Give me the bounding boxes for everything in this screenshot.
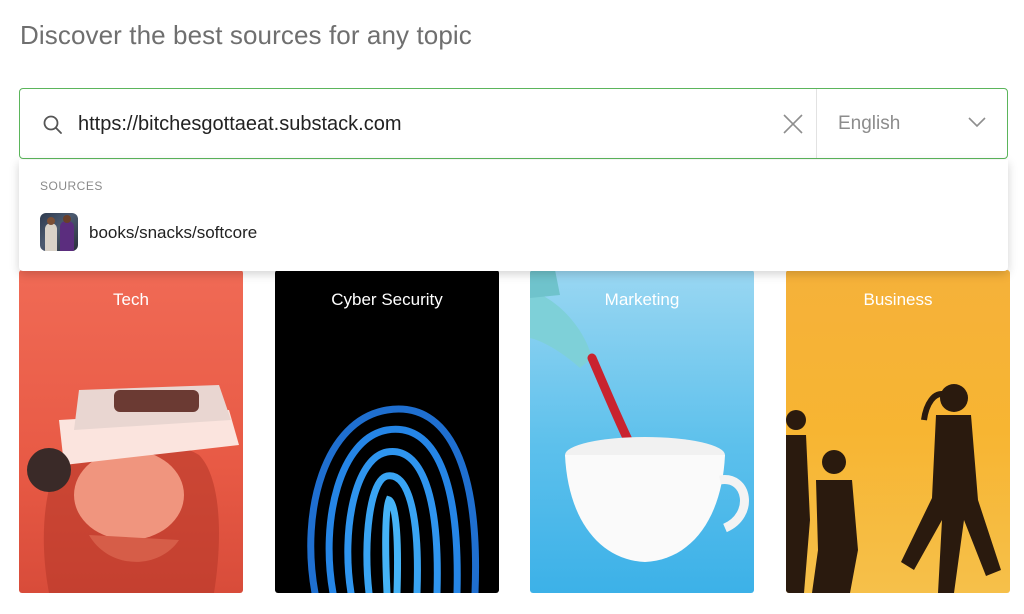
topic-card-tech[interactable]: Tech (19, 270, 243, 593)
topic-card-title: Business (863, 290, 933, 309)
source-suggestion-label: books/snacks/softcore (89, 223, 258, 242)
tech-image (27, 385, 239, 593)
search-input[interactable] (78, 103, 768, 145)
close-icon[interactable] (782, 113, 804, 135)
silhouettes-image (786, 384, 1001, 593)
topic-card-cyber-security[interactable]: Cyber Security (275, 270, 499, 593)
language-select[interactable]: English (817, 89, 1007, 158)
source-suggestion[interactable]: books/snacks/softcore (19, 204, 1008, 258)
search-icon (43, 115, 62, 134)
chevron-down-icon (968, 117, 986, 128)
teacup-image (530, 270, 749, 562)
topic-card-marketing[interactable]: Marketing (530, 270, 754, 593)
suggestions-dropdown: SOURCES books/snacks/softcore (19, 160, 1008, 271)
page-heading: Discover the best sources for any topic (20, 20, 472, 50)
source-avatar (40, 213, 78, 251)
fingerprint-image (307, 405, 480, 593)
topic-card-business[interactable]: Business (786, 270, 1010, 593)
topic-card-title: Tech (113, 290, 149, 309)
language-select-label: English (838, 113, 901, 134)
topic-card-title: Cyber Security (331, 290, 443, 309)
dropdown-section-heading: SOURCES (40, 179, 103, 193)
topic-card-title: Marketing (604, 290, 680, 309)
